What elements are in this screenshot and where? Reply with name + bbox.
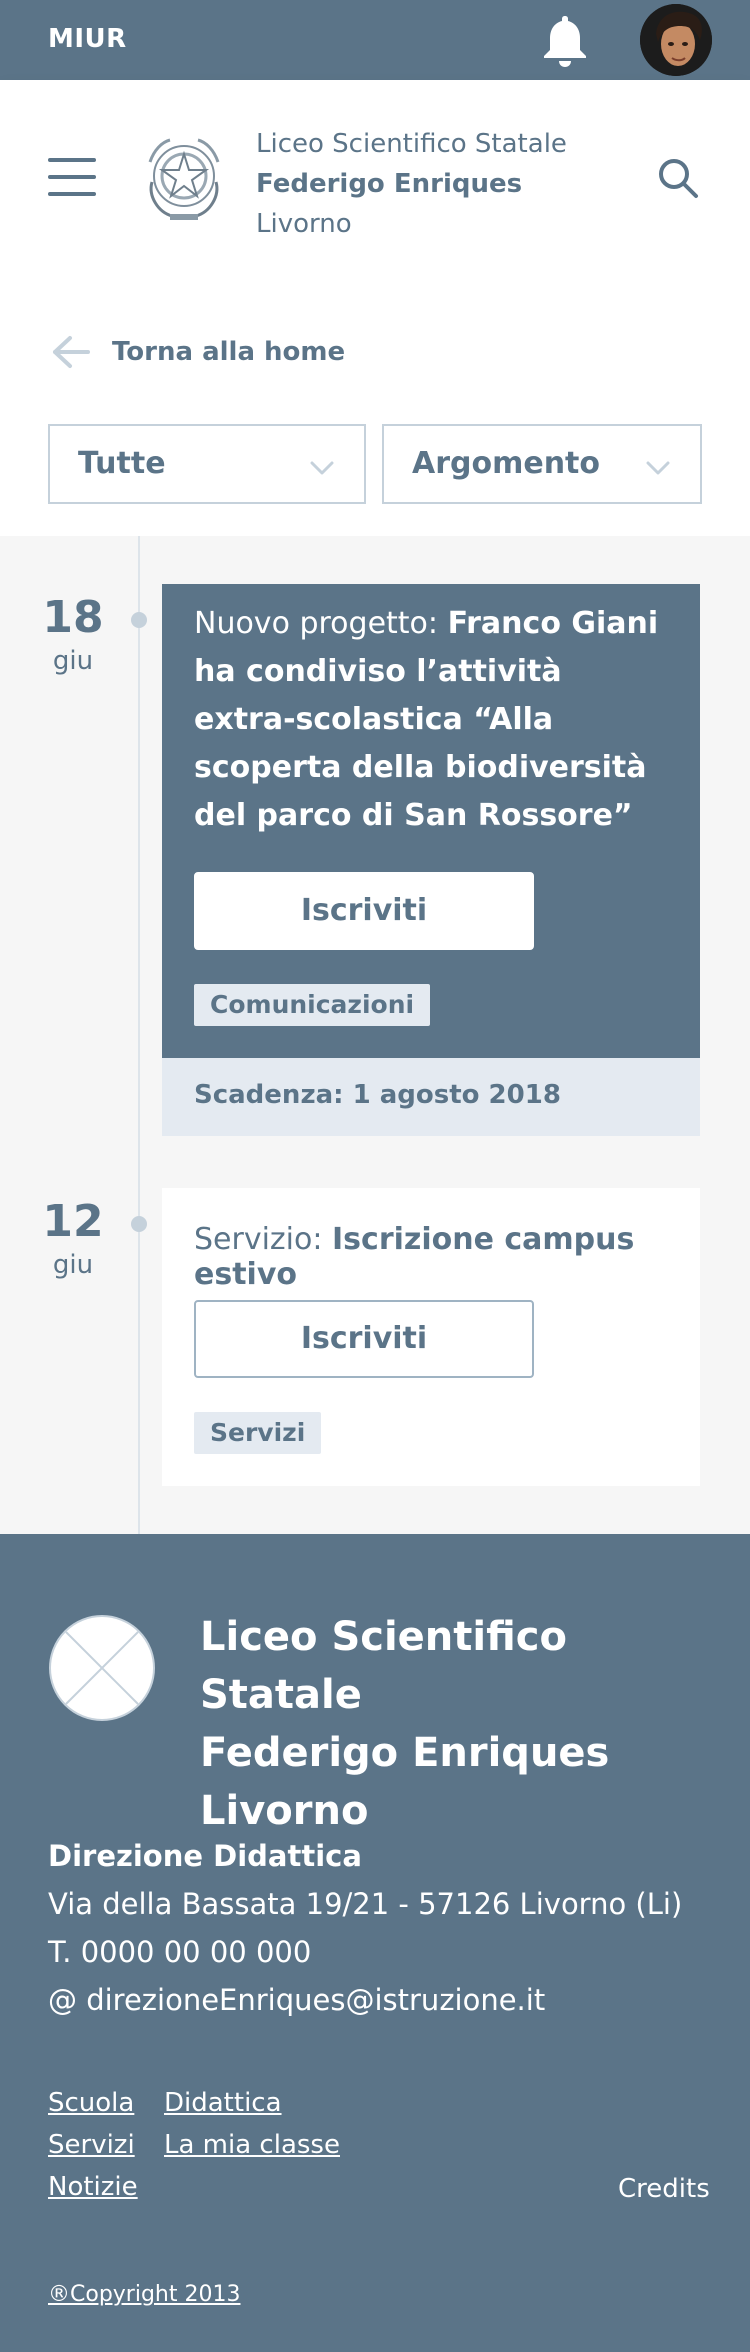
footer-link-notizie[interactable]: Notizie: [48, 2172, 138, 2202]
school-name[interactable]: Liceo Scientifico Statale Federigo Enriq…: [256, 124, 567, 244]
footer-link-servizi[interactable]: Servizi: [48, 2130, 135, 2160]
contact-heading: Direzione Didattica: [48, 1839, 362, 1873]
chevron-down-icon: [310, 460, 334, 475]
category-tag[interactable]: Comunicazioni: [194, 984, 431, 1026]
footer-link-scuola[interactable]: Scuola: [48, 2088, 134, 2118]
contact-phone: T. 0000 00 00 000: [48, 1935, 312, 1969]
site-header: Liceo Scientifico Statale Federigo Enriq…: [0, 80, 750, 280]
footer-credits[interactable]: Credits: [618, 2174, 710, 2204]
timeline-date-month: giu: [52, 646, 94, 676]
school-line-1: Liceo Scientifico Statale: [256, 129, 567, 159]
footer-title-line-2: Federigo Enriques: [200, 1730, 610, 1776]
footer-school-name: Liceo Scientifico Statale Federigo Enriq…: [200, 1608, 720, 1840]
deadline-text: Scadenza: 1 agosto 2018: [194, 1080, 561, 1110]
card-prefix: Nuovo progetto:: [194, 606, 448, 641]
timeline-dot: [131, 612, 147, 628]
footer-title-line-1: Liceo Scientifico Statale: [200, 1614, 567, 1718]
back-to-home-link[interactable]: Torna alla home: [52, 332, 345, 372]
user-avatar[interactable]: [640, 4, 712, 76]
footer-link-didattica[interactable]: Didattica: [164, 2088, 282, 2118]
footer-link-la-mia-classe[interactable]: La mia classe: [164, 2130, 340, 2160]
arrow-left-icon: [52, 335, 90, 369]
filter-select-topic[interactable]: Argomento: [382, 424, 702, 504]
footer-logo-placeholder: [48, 1614, 156, 1722]
school-line-2: Federigo Enriques: [256, 169, 523, 199]
category-tag[interactable]: Servizi: [194, 1412, 322, 1454]
footer-contact: Direzione Didattica Via della Bassata 19…: [48, 1832, 682, 2024]
deadline-bar: Scadenza: 1 agosto 2018: [162, 1058, 700, 1136]
back-label: Torna alla home: [112, 337, 346, 367]
filter-select-type-value: Tutte: [78, 446, 166, 481]
contact-address: Via della Bassata 19/21 - 57126 Livorno …: [48, 1887, 683, 1921]
school-line-3: Livorno: [256, 209, 352, 239]
timeline-date-month: giu: [52, 1250, 94, 1280]
search-icon[interactable]: [656, 156, 700, 200]
timeline-line: [138, 536, 140, 1534]
hamburger-menu-icon[interactable]: [48, 158, 96, 196]
timeline-date-day: 18: [42, 592, 104, 643]
contact-email[interactable]: @ direzioneEnriques@istruzione.it: [48, 1976, 682, 2024]
timeline-dot: [131, 1216, 147, 1232]
card-prefix: Servizio:: [194, 1222, 333, 1257]
filter-select-type[interactable]: Tutte: [48, 424, 366, 504]
site-footer: Liceo Scientifico Statale Federigo Enriq…: [0, 1534, 750, 2352]
brand-label[interactable]: MIUR: [48, 24, 127, 54]
bell-icon[interactable]: [540, 12, 590, 68]
top-bar: MIUR: [0, 0, 750, 80]
timeline-date-day: 12: [42, 1196, 104, 1247]
subscribe-button[interactable]: Iscriviti: [194, 872, 534, 950]
chevron-down-icon: [646, 460, 670, 475]
footer-copyright[interactable]: ®Copyright 2013: [48, 2282, 240, 2307]
timeline-card-service[interactable]: Servizio: Iscrizione campus estivo Iscri…: [162, 1188, 700, 1486]
card-text: Servizio: Iscrizione campus estivo: [194, 1222, 700, 1292]
timeline-card-project[interactable]: Nuovo progetto: Franco Giani ha condivis…: [162, 584, 700, 1058]
filter-select-topic-value: Argomento: [412, 446, 601, 481]
subscribe-button[interactable]: Iscriviti: [194, 1300, 534, 1378]
card-text: Nuovo progetto: Franco Giani ha condivis…: [194, 600, 664, 840]
italian-republic-emblem: [142, 132, 226, 224]
